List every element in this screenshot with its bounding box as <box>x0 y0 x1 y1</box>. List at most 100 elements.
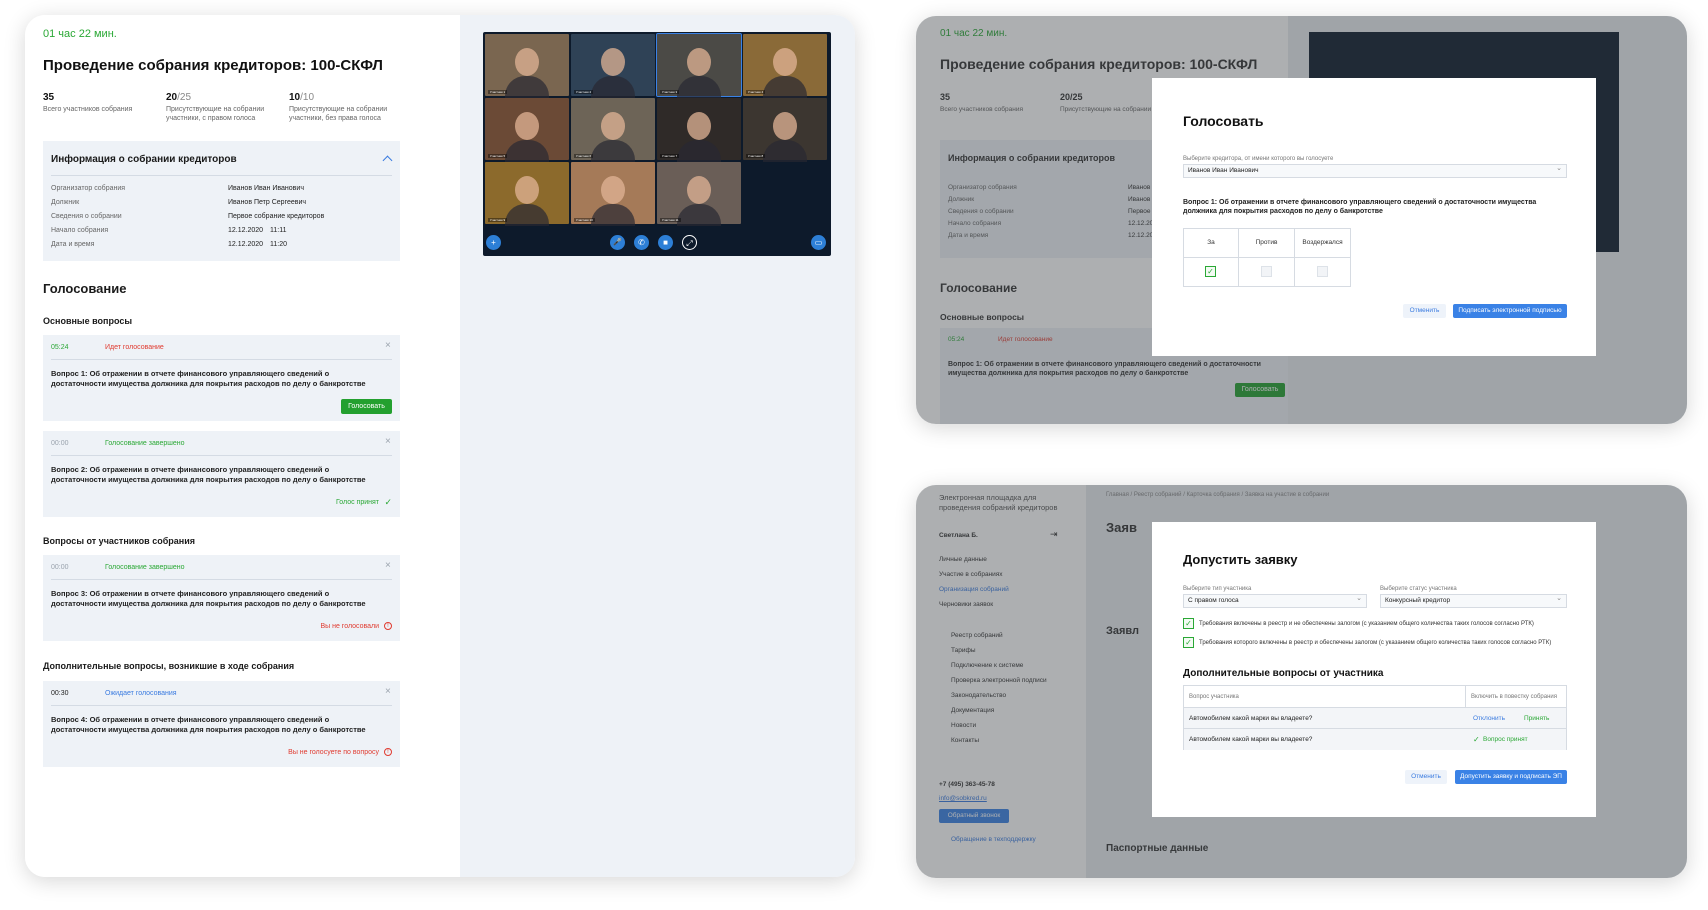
participant-type-select[interactable]: С правом голоса <box>1183 593 1367 608</box>
admit-modal: Допустить заявку Выберите тип участника … <box>1152 522 1596 817</box>
video-tile-active: Участник 3 <box>656 33 742 98</box>
not-voted-status: Вы не голосовали <box>320 623 379 630</box>
admit-submit-button[interactable]: Допустить заявку и подписать ЭП <box>1455 770 1567 784</box>
question-card: 05:24 Идет голосование × Вопрос 1: Об от… <box>43 335 400 421</box>
divider <box>51 359 392 360</box>
type-label: Выберите тип участника <box>1183 586 1252 592</box>
check-icon: ✓ <box>384 497 392 507</box>
modal-title: Допустить заявку <box>1183 552 1298 567</box>
vote-abstain-checkbox[interactable] <box>1317 266 1328 277</box>
member-questions-heading: Вопросы от участников собрания <box>43 536 196 546</box>
chevron-up-icon[interactable] <box>382 155 393 166</box>
camera-icon[interactable]: ■ <box>658 235 673 250</box>
question-text: Вопрос 1: Об отражении в отчете финансов… <box>51 369 366 388</box>
stat-nonvoting-label: Присутствующие на собрании участники, бе… <box>289 106 388 122</box>
stat-nonvoting: 10/10 <box>289 92 315 103</box>
info-row-value-time: 11:20 <box>270 241 287 248</box>
meeting-timer: 01 час 22 мин. <box>43 28 117 40</box>
option-abstain-header: Воздержался <box>1294 228 1351 258</box>
page-title: Проведение собрания кредиторов: 100-СКФЛ <box>43 57 383 74</box>
question-status: Голосование завершено <box>105 564 185 571</box>
question-status: Ожидает голосования <box>105 690 177 697</box>
divider <box>51 579 392 580</box>
screen-share-icon[interactable]: ⤢ <box>682 235 697 250</box>
stat-voting-label: Присутствующие на собрании участники, с … <box>166 106 265 122</box>
stat-total-label: Всего участников собрания <box>43 106 133 113</box>
meeting-card: 01 час 22 мин. Проведение собрания креди… <box>25 15 855 877</box>
divider <box>51 705 392 706</box>
question-text: Вопрос 3: Об отражении в отчете финансов… <box>51 589 366 608</box>
warning-icon: ! <box>384 622 392 630</box>
question-timer: 00:00 <box>51 564 69 571</box>
info-row-value: Иванов Иван Иванович <box>228 185 304 192</box>
vote-button[interactable]: Голосовать <box>341 399 392 414</box>
video-tile: Участник 5 <box>485 98 569 162</box>
requirement-checkbox[interactable]: ✓ <box>1183 618 1194 629</box>
extra-questions-title: Дополнительные вопросы от участника <box>1183 668 1384 679</box>
stat-total: 35 <box>43 92 55 103</box>
option-for-header: За <box>1183 228 1239 258</box>
question-timer: 00:00 <box>51 440 69 447</box>
column-header: Вопрос участника <box>1189 694 1239 700</box>
microphone-icon[interactable]: 🎤 <box>610 235 625 250</box>
question-card: 00:00 Голосование завершено × Вопрос 2: … <box>43 431 400 517</box>
info-row-value: Первое собрание кредиторов <box>228 213 325 220</box>
creditor-select[interactable]: Иванов Иван Иванович <box>1183 163 1567 178</box>
question-status: Идет голосование <box>105 344 164 351</box>
vote-for-checkbox[interactable]: ✓ <box>1205 266 1216 277</box>
extra-questions-heading: Дополнительные вопросы, возникшие в ходе… <box>43 661 295 671</box>
option-against-header: Против <box>1238 228 1295 258</box>
video-tile: Участник 6 <box>571 98 655 162</box>
vote-modal: Голосовать Выберите кредитора, от имени … <box>1152 78 1596 356</box>
sign-button[interactable]: Подписать электронной подписью <box>1453 304 1567 318</box>
close-icon[interactable]: × <box>385 686 391 697</box>
participant-status-select[interactable]: Конкурсный кредитор <box>1380 593 1567 608</box>
meeting-info-panel: Информация о собрании кредиторов Организ… <box>43 141 400 261</box>
table-row: Автомобилем какой марки вы владеете? Отк… <box>1184 708 1566 729</box>
warning-icon: ! <box>384 748 392 756</box>
main-questions-heading: Основные вопросы <box>43 316 133 326</box>
cancel-button[interactable]: Отменить <box>1403 304 1446 318</box>
question-cell: Автомобилем какой марки вы владеете? <box>1189 736 1313 743</box>
table-row: Автомобилем какой марки вы владеете? ✓ В… <box>1184 729 1566 750</box>
video-tile: Участник 4 <box>743 34 827 98</box>
voting-heading: Голосование <box>43 281 127 296</box>
accepted-status: Вопрос принят <box>1483 736 1528 743</box>
stat-voting: 20/25 <box>166 92 192 103</box>
meeting-panel: 01 час 22 мин. Проведение собрания креди… <box>25 15 460 877</box>
not-voting-status: Вы не голосуете по вопросу <box>288 749 379 756</box>
reject-link[interactable]: Отклонить <box>1473 715 1505 722</box>
info-row-value: 12.12.2020 <box>228 241 264 248</box>
video-tile: Участник 8 <box>743 98 827 162</box>
column-header: Включить в повестку собрания <box>1471 694 1558 700</box>
requirement-label: Требования включены в реестр и не обеспе… <box>1199 621 1534 627</box>
video-tile: Участник 10 <box>571 162 655 226</box>
creditor-label: Выберите кредитора, от имени которого вы… <box>1183 156 1334 162</box>
video-conference[interactable]: Участник 1 Участник 2 Участник 3 Участни… <box>483 32 831 256</box>
vote-against-checkbox[interactable] <box>1261 266 1272 277</box>
close-icon[interactable]: × <box>385 560 391 571</box>
video-tile: Участник 9 <box>485 162 569 226</box>
video-tile: Участник 2 <box>571 34 655 98</box>
accept-link[interactable]: Принять <box>1524 715 1549 722</box>
info-row-label: Сведения о собрании <box>51 213 122 220</box>
cancel-button[interactable]: Отменить <box>1405 770 1447 784</box>
questions-table: Вопрос участника Включить в повестку соб… <box>1183 685 1567 750</box>
vote-modal-screen: 01 час 22 мин. Проведение собрания креди… <box>916 16 1687 424</box>
requirement-checkbox[interactable]: ✓ <box>1183 637 1194 648</box>
info-row-label: Должник <box>51 199 80 206</box>
close-icon[interactable]: × <box>385 436 391 447</box>
video-tile: Участник 11 <box>657 162 741 226</box>
chat-icon[interactable]: ▭ <box>811 235 826 250</box>
close-icon[interactable]: × <box>385 340 391 351</box>
phone-icon[interactable]: ✆ <box>634 235 649 250</box>
requirement-label: Требования которого включены в реестр и … <box>1199 640 1552 646</box>
info-row-label: Начало собрания <box>51 227 109 234</box>
add-icon[interactable]: + <box>486 235 501 250</box>
question-text: Вопрос 2: Об отражении в отчете финансов… <box>51 465 366 484</box>
question-card: 00:00 Голосование завершено × Вопрос 3: … <box>43 555 400 641</box>
question-card: 00:30 Ожидает голосования × Вопрос 4: Об… <box>43 681 400 767</box>
divider <box>51 455 392 456</box>
video-panel: Участник 1 Участник 2 Участник 3 Участни… <box>460 15 855 877</box>
question-text: Вопрос 4: Об отражении в отчете финансов… <box>51 715 366 734</box>
